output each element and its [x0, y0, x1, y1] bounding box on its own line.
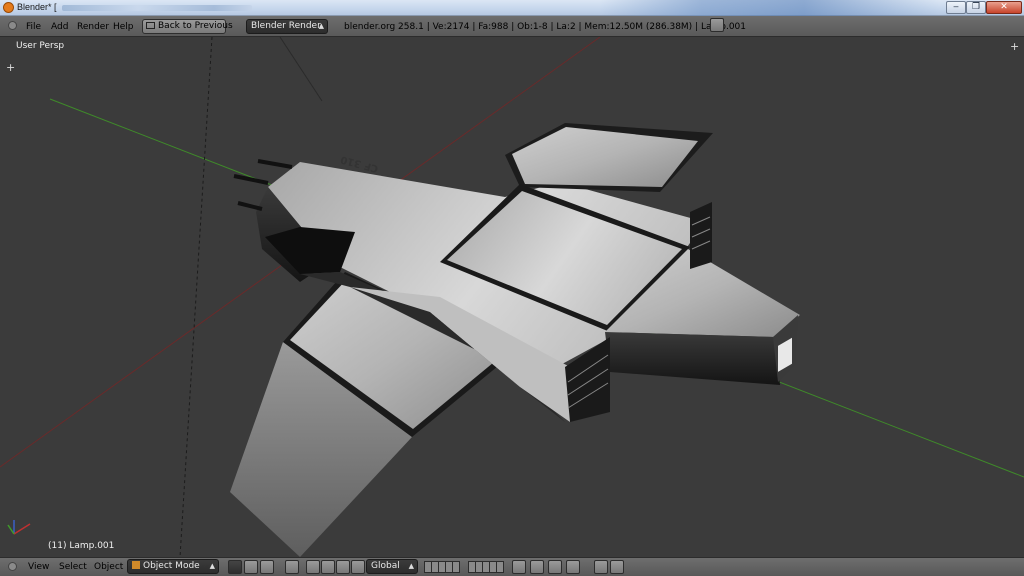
minimize-button[interactable]: ‒	[946, 1, 966, 14]
snap-icon[interactable]	[548, 560, 562, 574]
menu-render[interactable]: Render	[77, 22, 109, 32]
layer-lock-icon[interactable]	[512, 560, 526, 574]
scene-render: CF 310	[0, 37, 1024, 557]
properties-toggle-icon[interactable]: +	[1010, 41, 1019, 52]
upper-plate-stack	[690, 202, 712, 269]
mode-dropdown[interactable]: Object Mode ▲	[127, 559, 219, 574]
blender-logo-icon	[3, 2, 14, 13]
gizmo-y-axis	[7, 524, 15, 535]
window-title: Blender* [	[17, 2, 57, 12]
menu-help[interactable]: Help	[113, 22, 134, 32]
gizmo-x-axis	[13, 523, 31, 535]
info-header: File Add Render Help Back to Previous Bl…	[0, 16, 1024, 37]
menu-view[interactable]: View	[28, 562, 49, 572]
active-object-label: (11) Lamp.001	[48, 541, 115, 551]
cannon	[257, 159, 293, 169]
editor-type-icon[interactable]	[8, 21, 17, 30]
manipulate-center-icon[interactable]	[285, 560, 299, 574]
menu-file[interactable]: File	[26, 22, 41, 32]
engine-right-front	[605, 332, 780, 385]
shading-arrow-icon[interactable]	[244, 560, 258, 574]
updown-arrow-icon: ▲	[209, 562, 215, 570]
pivot-point-icon[interactable]	[260, 560, 274, 574]
render-opengl-icon[interactable]	[594, 560, 608, 574]
layers-group-2[interactable]	[468, 561, 504, 573]
back-to-previous-label: Back to Previous	[158, 21, 233, 31]
mode-value: Object Mode	[143, 561, 200, 571]
render-animation-icon[interactable]	[610, 560, 624, 574]
view3d-header: View Select Object Object Mode ▲ Global …	[0, 557, 1024, 576]
proportional-edit-icon[interactable]	[530, 560, 544, 574]
transform-orientation-dropdown[interactable]: Global ▲	[366, 559, 418, 574]
translate-manipulator-icon[interactable]	[321, 560, 335, 574]
viewport-shading-icon[interactable]	[228, 560, 242, 574]
snap-element-icon[interactable]	[566, 560, 580, 574]
titlebar-glow	[600, 0, 940, 16]
render-engine-value: Blender Render	[251, 21, 321, 31]
rotate-manipulator-icon[interactable]	[336, 560, 350, 574]
editor-type-icon[interactable]	[8, 562, 17, 571]
fullscreen-toggle-icon[interactable]	[710, 18, 724, 32]
blurred-filepath	[62, 5, 252, 11]
orientation-value: Global	[371, 561, 400, 571]
cube-icon	[132, 561, 140, 569]
scene-stats: blender.org 258.1 | Ve:2174 | Fa:988 | O…	[344, 22, 746, 32]
close-button[interactable]: ✕	[986, 1, 1022, 14]
layers-group-1[interactable]	[424, 561, 460, 573]
view-label: User Persp	[16, 41, 65, 51]
menu-object[interactable]: Object	[94, 562, 123, 572]
scale-manipulator-icon[interactable]	[351, 560, 365, 574]
window-titlebar: Blender* [ ‒ ❐ ✕	[0, 0, 1024, 16]
lamp-line	[279, 37, 323, 102]
updown-arrow-icon: ▲	[408, 562, 414, 570]
3d-viewport[interactable]: CF 310 User Persp + + (11) Lamp.001	[0, 37, 1024, 557]
updown-arrow-icon: ▲	[318, 22, 324, 30]
camera-line	[179, 37, 213, 557]
back-screen-icon	[146, 22, 155, 29]
menu-select[interactable]: Select	[59, 562, 87, 572]
maximize-button[interactable]: ❐	[966, 1, 986, 14]
back-to-previous-button[interactable]: Back to Previous	[142, 19, 233, 34]
toolshelf-toggle-icon[interactable]: +	[6, 62, 15, 73]
manipulator-toggle-icon[interactable]	[306, 560, 320, 574]
menu-add[interactable]: Add	[51, 22, 68, 32]
cannon	[237, 201, 263, 211]
render-engine-dropdown[interactable]: Blender Render ▲	[246, 19, 328, 34]
